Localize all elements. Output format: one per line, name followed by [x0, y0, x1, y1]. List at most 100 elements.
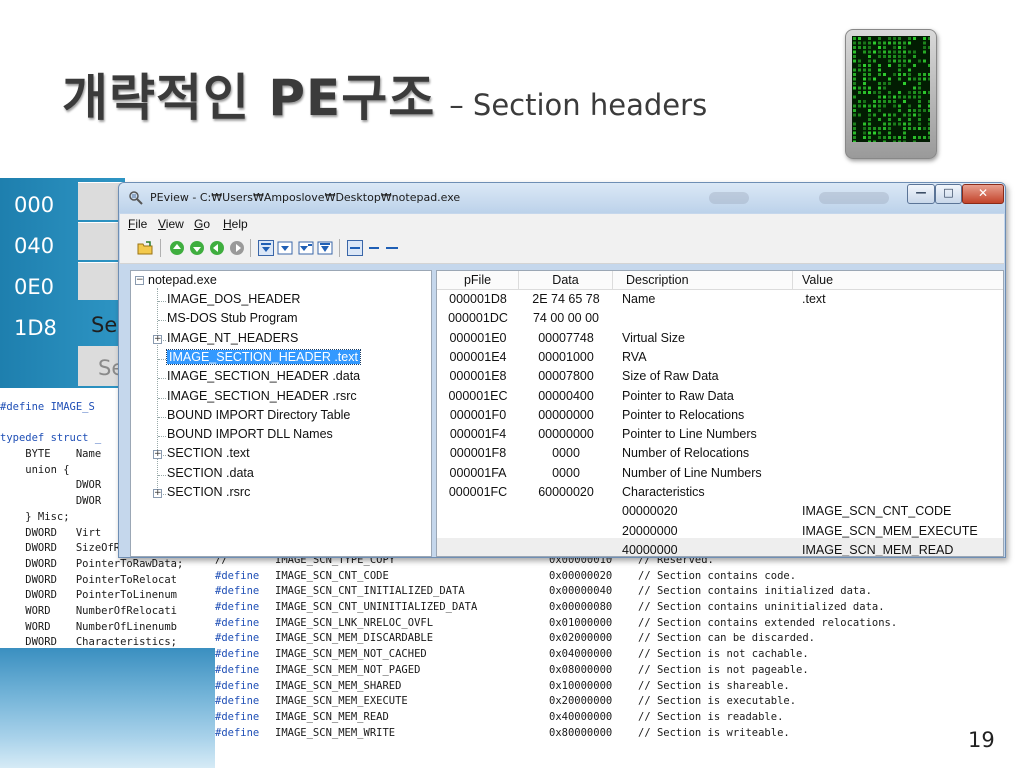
column-header-value[interactable]: Value: [793, 271, 1003, 290]
cell-pfile[interactable]: 000001E4: [437, 350, 519, 364]
cell-pfile[interactable]: 000001EC: [437, 389, 519, 403]
view-qword-icon[interactable]: [317, 240, 333, 256]
column-header-pfile[interactable]: pFile: [437, 271, 519, 290]
cell-data[interactable]: 00000000: [519, 427, 613, 441]
detail-pane[interactable]: pFile Data Description Value 000001D8 2E …: [436, 270, 1004, 557]
tree-item[interactable]: IMAGE_NT_HEADERS: [167, 331, 298, 345]
nav-back-icon[interactable]: [209, 240, 225, 256]
tree-item[interactable]: BOUND IMPORT DLL Names: [167, 427, 333, 441]
cell-description[interactable]: Size of Raw Data: [622, 369, 793, 383]
tree-pane[interactable]: − notepad.exe IMAGE_DOS_HEADER MS-DOS Stu…: [130, 270, 432, 557]
tree-item[interactable]: IMAGE_SECTION_HEADER .rsrc: [167, 389, 357, 403]
matrix-glyph: [893, 136, 896, 139]
title-sub: – Section headers: [449, 88, 708, 122]
cell-description[interactable]: Pointer to Raw Data: [622, 389, 793, 403]
cell-description[interactable]: Pointer to Line Numbers: [622, 427, 793, 441]
cell-data[interactable]: 00001000: [519, 350, 613, 364]
view-dword-icon[interactable]: [298, 240, 314, 256]
cell-value[interactable]: IMAGE_SCN_CNT_CODE: [802, 504, 1003, 518]
nav-up-icon[interactable]: [169, 240, 185, 256]
menu-go[interactable]: Go: [194, 217, 210, 231]
cell-pfile[interactable]: 000001FA: [437, 466, 519, 480]
cell-description[interactable]: 20000000: [622, 524, 793, 538]
collapse-icon[interactable]: −: [135, 276, 144, 285]
tree-item[interactable]: SECTION .rsrc: [167, 485, 250, 499]
menu-view[interactable]: View: [158, 217, 184, 231]
matrix-glyph: [878, 100, 881, 103]
define-name: IMAGE_SCN_MEM_READ: [275, 710, 389, 723]
maximize-button[interactable]: □: [935, 184, 962, 204]
cell-data[interactable]: 00000000: [519, 408, 613, 422]
cell-data[interactable]: 2E 74 65 78: [519, 292, 613, 306]
define-keyword: #define: [215, 695, 260, 708]
view-byte-icon[interactable]: [258, 240, 274, 256]
cell-pfile[interactable]: 000001F8: [437, 446, 519, 460]
window-titlebar[interactable]: PEview - C:₩Users₩Amposlove₩Desktop₩note…: [119, 183, 1005, 213]
cell-pfile[interactable]: 000001E8: [437, 369, 519, 383]
define-comment: // Section contains uninitialized data.: [638, 601, 885, 614]
cell-description[interactable]: RVA: [622, 350, 793, 364]
cell-pfile[interactable]: 000001F4: [437, 427, 519, 441]
cell-pfile[interactable]: 000001F0: [437, 408, 519, 422]
tree-branch-line: [158, 436, 166, 438]
cell-pfile[interactable]: 000001DC: [437, 311, 519, 325]
cell-description[interactable]: Number of Relocations: [622, 446, 793, 460]
tree-root[interactable]: notepad.exe: [148, 273, 217, 287]
cell-data[interactable]: 00007800: [519, 369, 613, 383]
cell-value[interactable]: IMAGE_SCN_MEM_EXECUTE: [802, 524, 1003, 538]
matrix-pattern: [853, 37, 930, 142]
peview-window[interactable]: PEview - C:₩Users₩Amposlove₩Desktop₩note…: [118, 182, 1006, 558]
tree-item[interactable]: IMAGE_SECTION_HEADER .text: [166, 348, 361, 365]
cell-data[interactable]: 74 00 00 00: [519, 311, 613, 325]
cell-data[interactable]: 60000020: [519, 485, 613, 499]
view-wide-icon[interactable]: [384, 240, 400, 256]
cell-data[interactable]: 00000400: [519, 389, 613, 403]
view-field-icon[interactable]: [366, 240, 382, 256]
tree-item[interactable]: IMAGE_DOS_HEADER: [167, 292, 300, 306]
expand-icon[interactable]: +: [153, 450, 162, 460]
define-name: IMAGE_SCN_MEM_NOT_CACHED: [275, 648, 427, 661]
open-folder-icon[interactable]: [137, 240, 153, 256]
cell-description[interactable]: Pointer to Relocations: [622, 408, 793, 422]
menu-help[interactable]: Help: [223, 217, 248, 231]
cell-description[interactable]: Characteristics: [622, 485, 793, 499]
define-name: IMAGE_SCN_CNT_UNINITIALIZED_DATA: [275, 601, 478, 614]
cell-data[interactable]: 0000: [519, 466, 613, 480]
define-comment: // Section contains initialized data.: [638, 585, 872, 598]
matrix-glyph: [883, 82, 886, 85]
cell-value[interactable]: .text: [802, 292, 1003, 306]
cell-value[interactable]: IMAGE_SCN_MEM_READ: [802, 543, 1003, 556]
matrix-glyph: [908, 59, 911, 63]
cell-data[interactable]: 00007748: [519, 331, 613, 345]
nav-down-icon[interactable]: [189, 240, 205, 256]
tree-item[interactable]: SECTION .data: [167, 466, 254, 480]
cell-description[interactable]: Name: [622, 292, 793, 306]
tree-item[interactable]: SECTION .text: [167, 446, 250, 460]
menu-file[interactable]: File: [128, 217, 147, 231]
nav-forward-icon[interactable]: [229, 240, 245, 256]
cell-description[interactable]: 40000000: [622, 543, 793, 556]
matrix-glyph: [878, 109, 881, 112]
view-word-icon[interactable]: [277, 240, 293, 256]
tree-item[interactable]: MS-DOS Stub Program: [167, 311, 298, 325]
cell-description[interactable]: 00000020: [622, 504, 793, 518]
tree-item[interactable]: BOUND IMPORT Directory Table: [167, 408, 350, 422]
cell-pfile[interactable]: 000001D8: [437, 292, 519, 306]
cell-description[interactable]: Virtual Size: [622, 331, 793, 345]
cell-pfile[interactable]: 000001E0: [437, 331, 519, 345]
minimize-button[interactable]: —: [907, 184, 935, 204]
expand-icon[interactable]: +: [153, 489, 162, 498]
cell-pfile[interactable]: 000001FC: [437, 485, 519, 499]
cell-description[interactable]: Number of Line Numbers: [622, 466, 793, 480]
matrix-glyph: [928, 73, 930, 76]
column-header-data[interactable]: Data: [519, 271, 613, 290]
matrix-glyph: [868, 86, 871, 90]
expand-icon[interactable]: +: [153, 334, 162, 344]
column-header-description[interactable]: Description: [613, 271, 793, 290]
close-button[interactable]: ✕: [962, 184, 1004, 204]
matrix-glyph: [928, 118, 930, 121]
define-value: 0x00000080: [549, 601, 613, 614]
view-address-icon[interactable]: [347, 240, 363, 256]
cell-data[interactable]: 0000: [519, 446, 613, 460]
tree-item[interactable]: IMAGE_SECTION_HEADER .data: [167, 369, 360, 383]
